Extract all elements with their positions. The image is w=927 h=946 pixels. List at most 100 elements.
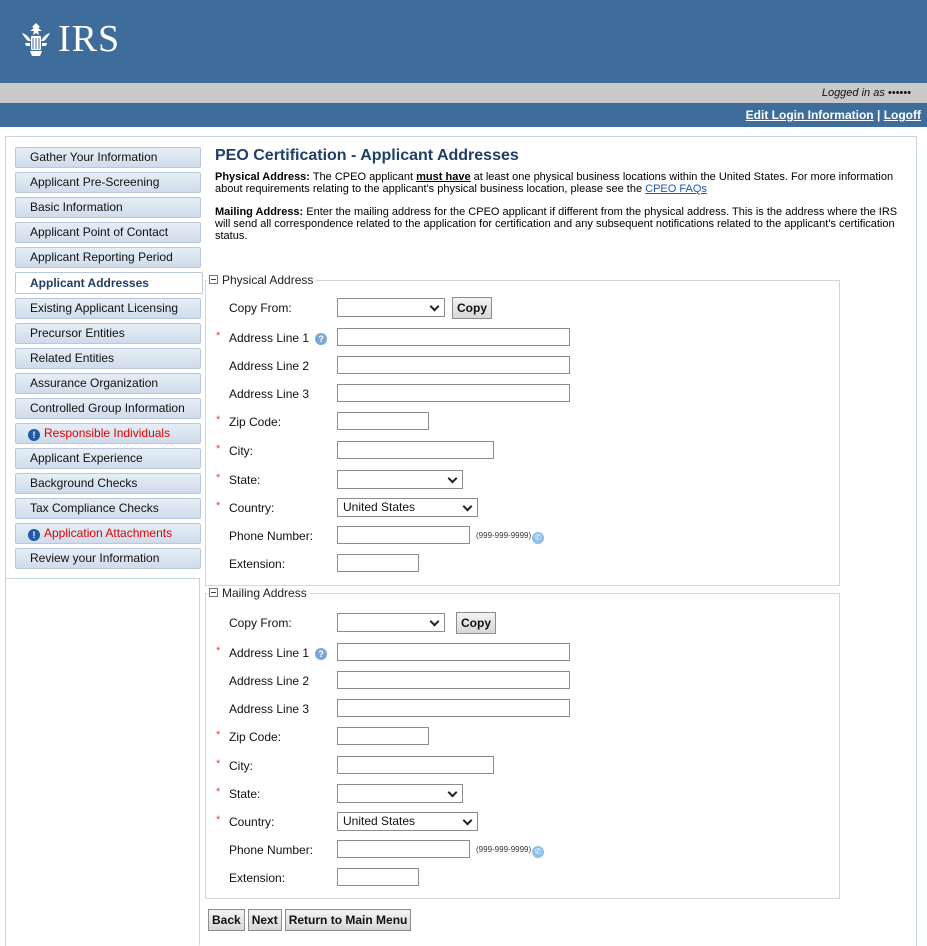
copy-from-label: Copy From: [229,301,292,315]
address-line-3-input[interactable] [337,384,570,402]
divider [199,578,200,945]
phone-number-input[interactable] [337,526,470,544]
extension-input[interactable] [337,554,419,572]
address-line-1-label: Address Line 1 [229,331,310,345]
logoff-link[interactable]: Logoff [884,108,921,122]
copy-from-label: Copy From: [229,616,292,630]
state-label: State: [229,473,261,487]
phone-icon[interactable]: ✆ [532,846,545,858]
required-marker: * [216,786,221,798]
sidebar-item-label: Related Entities [30,351,115,365]
sidebar-item-existing-applicant-licensing[interactable]: Existing Applicant Licensing [15,298,201,319]
address-line-1-input[interactable] [337,643,570,661]
section-toggle[interactable]: Mailing Address [207,586,310,600]
state-select[interactable] [337,784,463,803]
sidebar-item-label: Existing Applicant Licensing [30,301,179,315]
sidebar-item-label: Review your Information [30,551,160,565]
phone-format-hint: (999-999-9999) [476,531,532,540]
zip-code-input[interactable] [337,412,429,430]
sidebar-item-application-attachments[interactable]: ! Application Attachments [15,523,201,544]
sidebar-item-related-entities[interactable]: Related Entities [15,348,201,369]
cpeo-faqs-link[interactable]: CPEO FAQs [645,183,707,195]
extension-input[interactable] [337,868,419,886]
return-to-main-menu-button[interactable]: Return to Main Menu [284,909,412,931]
address-line-3-row: Address Line 3 [206,384,836,404]
phone-number-row: Phone Number: (999-999-9999) ✆ [206,840,836,860]
phone-number-label: Phone Number: [229,843,314,857]
irs-logo[interactable]: IRS [18,18,120,60]
address-line-3-input[interactable] [337,699,570,717]
sidebar-item-applicant-reporting-period[interactable]: Applicant Reporting Period [15,247,201,268]
sidebar-item-review-your-information[interactable]: Review your Information [15,548,201,569]
address-line-2-input[interactable] [337,671,570,689]
sidebar-item-label: Assurance Organization [30,376,159,390]
required-marker: * [216,729,221,741]
intro-text: The CPEO applicant [309,171,417,183]
sidebar-item-applicant-pre-screening[interactable]: Applicant Pre-Screening [15,172,201,193]
edit-login-link[interactable]: Edit Login Information [746,108,874,122]
address-line-3-row: Address Line 3 [206,699,836,719]
sidebar-item-basic-information[interactable]: Basic Information [15,197,201,218]
copy-from-row: Copy From: Copy [206,612,836,634]
section-toggle[interactable]: Physical Address [207,273,317,287]
phone-number-input[interactable] [337,840,470,858]
collapse-icon [209,588,218,597]
extension-label: Extension: [229,871,286,885]
sidebar-item-gather-your-information[interactable]: Gather Your Information [15,147,201,168]
sidebar-item-label: Gather Your Information [30,150,158,164]
back-button[interactable]: Back [208,909,245,931]
address-line-2-input[interactable] [337,356,570,374]
main-content: PEO Certification - Applicant Addresses … [215,146,915,242]
sidebar-item-label: Application Attachments [44,526,173,540]
zip-code-row: * Zip Code: [206,412,836,432]
required-marker: * [216,443,221,455]
next-button[interactable]: Next [247,909,282,931]
sidebar-item-precursor-entities[interactable]: Precursor Entities [15,323,201,344]
help-icon[interactable]: ? [315,648,328,660]
sidebar-item-label: Applicant Addresses [30,276,149,290]
copy-button[interactable]: Copy [456,612,496,634]
sidebar-item-background-checks[interactable]: Background Checks [15,473,201,494]
eagle-icon [22,23,50,56]
section-legend: Mailing Address [222,586,307,600]
section-legend: Physical Address [222,273,314,287]
chevron-down-icon [462,815,473,826]
phone-icon[interactable]: ✆ [532,532,545,544]
copy-from-select[interactable] [337,613,445,632]
mailing-address-section: Mailing Address Copy From: Copy * Addres… [205,586,840,899]
collapse-icon [209,275,218,284]
sidebar-item-label: Responsible Individuals [44,426,171,440]
zip-code-input[interactable] [337,727,429,745]
copy-button[interactable]: Copy [452,297,492,319]
logged-in-bar: Logged in as •••••• [0,83,927,103]
city-input[interactable] [337,441,494,459]
city-row: * City: [206,441,836,461]
phone-number-label: Phone Number: [229,529,314,543]
country-select[interactable]: United States [337,812,478,831]
required-marker: * [216,414,221,426]
address-line-2-label: Address Line 2 [229,359,310,373]
sidebar-item-label: Precursor Entities [30,326,125,340]
sidebar-item-applicant-addresses[interactable]: Applicant Addresses [15,272,203,294]
extension-row: Extension: [206,554,836,574]
sidebar-item-applicant-point-of-contact[interactable]: Applicant Point of Contact [15,222,201,243]
state-select[interactable] [337,470,463,489]
state-row: * State: [206,470,836,490]
chevron-down-icon [447,787,458,798]
help-icon[interactable]: ? [315,333,328,345]
form-actions: Back Next Return to Main Menu [208,909,414,931]
sidebar-item-assurance-organization[interactable]: Assurance Organization [15,373,201,394]
account-links-bar: Edit Login Information | Logoff [0,103,927,127]
country-select[interactable]: United States [337,498,478,517]
link-separator: | [876,108,881,122]
sidebar-item-applicant-experience[interactable]: Applicant Experience [15,448,201,469]
city-input[interactable] [337,756,494,774]
sidebar-item-responsible-individuals[interactable]: ! Responsible Individuals [15,423,201,444]
sidebar-item-tax-compliance-checks[interactable]: Tax Compliance Checks [15,498,201,519]
copy-from-select[interactable] [337,298,445,317]
zip-code-label: Zip Code: [229,415,282,429]
sidebar-item-controlled-group-information[interactable]: Controlled Group Information [15,398,201,419]
sidebar-item-label: Applicant Point of Contact [30,225,169,239]
chevron-down-icon [429,616,440,627]
address-line-1-input[interactable] [337,328,570,346]
